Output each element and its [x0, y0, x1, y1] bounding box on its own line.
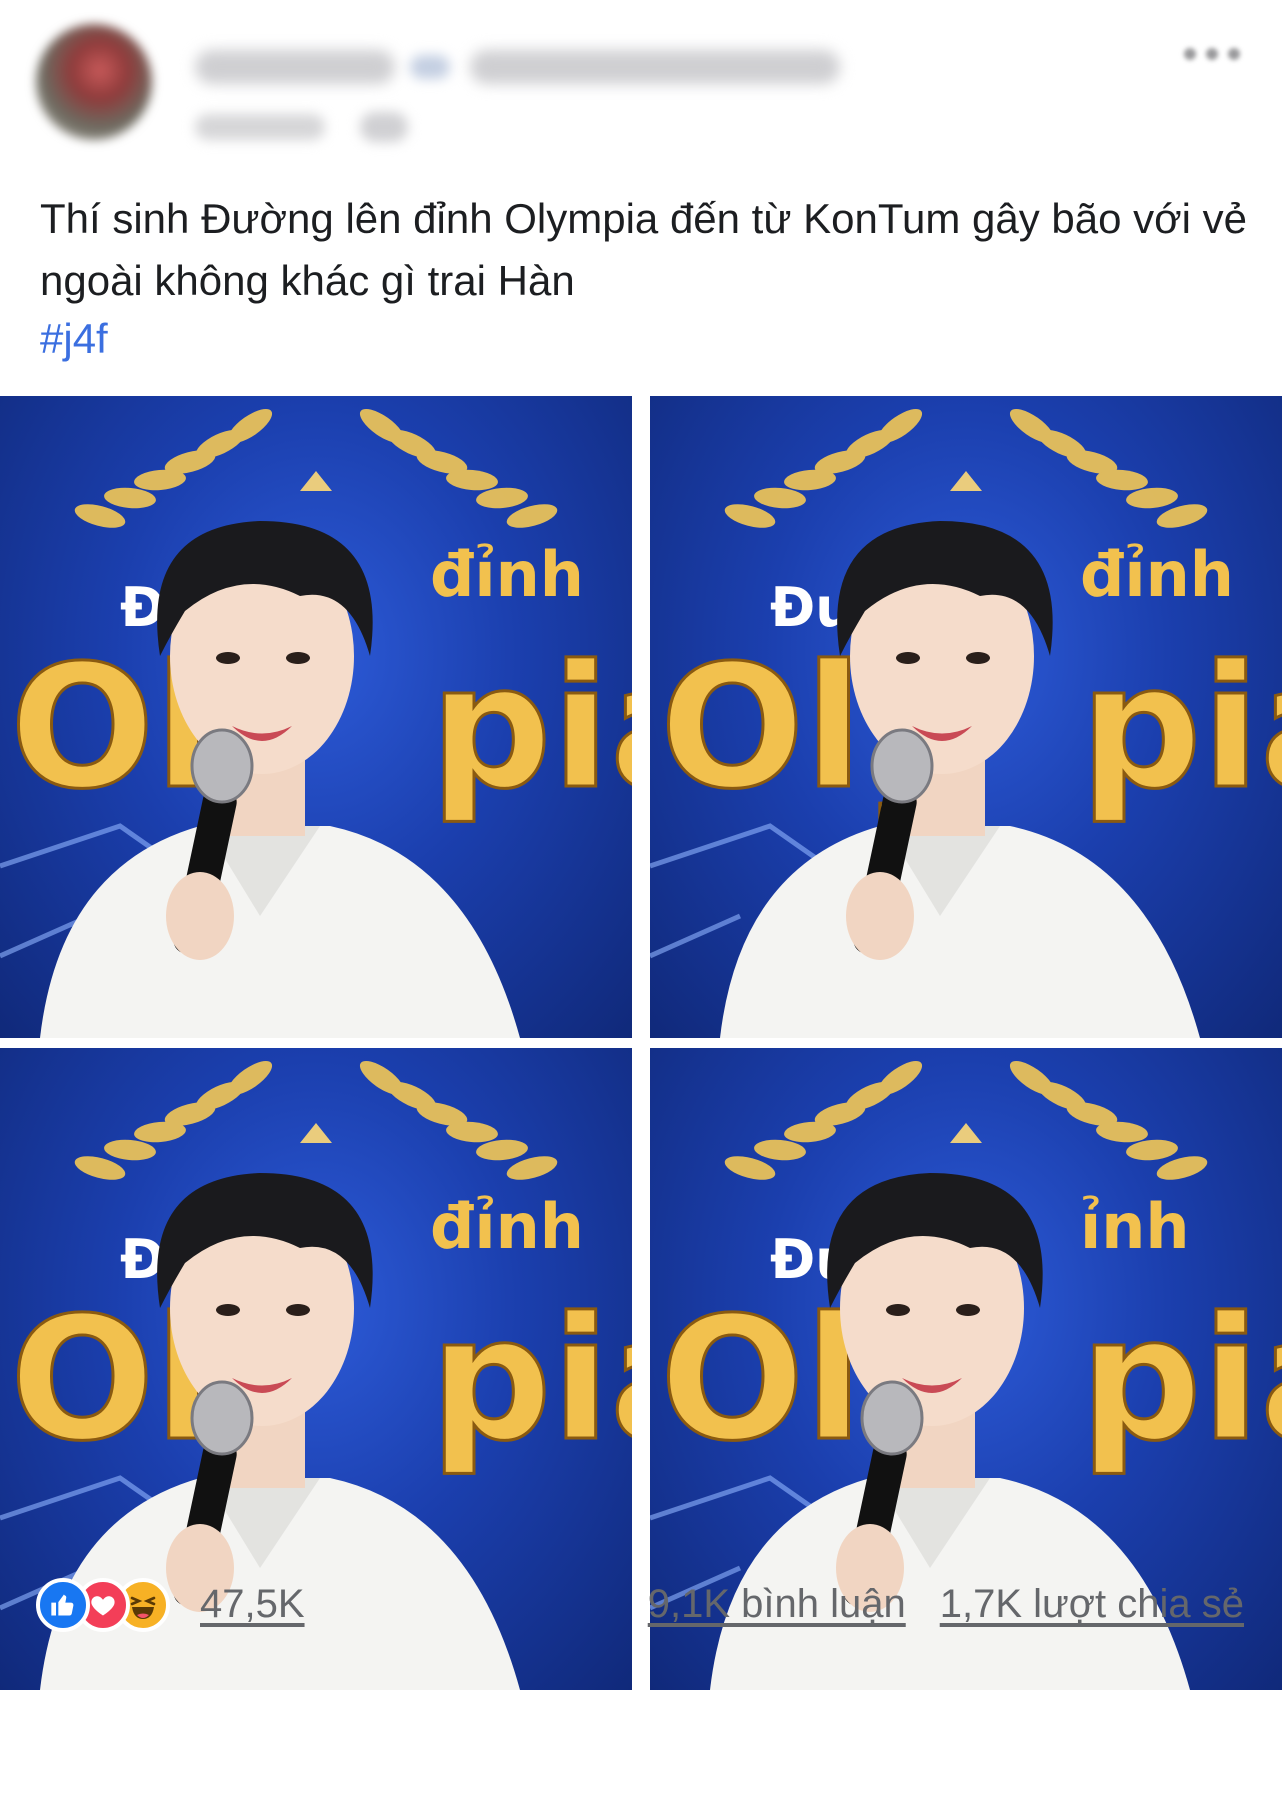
watermark-top-right: đỉnh — [1080, 538, 1234, 611]
reaction-icons[interactable] — [36, 1576, 170, 1634]
watermark-right: pia — [1080, 1281, 1282, 1479]
more-options-icon[interactable] — [1184, 44, 1244, 64]
post-footer: 47,5K 9,1K bình luận 1,7K lượt chia sẻ — [0, 1560, 1284, 1640]
author-name-blurred[interactable] — [195, 50, 395, 84]
post-time-blurred[interactable] — [195, 114, 325, 140]
laurel-emblem — [74, 408, 558, 528]
watermark-right: pia — [1080, 629, 1282, 827]
photo-2[interactable]: ĐuđỉnhOlypia — [650, 396, 1282, 1038]
hashtag-link[interactable]: #j4f — [40, 314, 108, 364]
photo-grid: ĐuđỉnhOlypia ĐuđỉnhOlypia ĐuđỉnhOlypia Đ… — [0, 396, 1284, 1690]
like-icon — [36, 1578, 90, 1632]
watermark-top-right: ỉnh — [1080, 1190, 1190, 1263]
author-avatar[interactable] — [36, 24, 152, 140]
post-header — [0, 0, 1284, 160]
group-name-blurred[interactable] — [470, 50, 840, 84]
laurel-emblem — [724, 408, 1208, 528]
watermark-right: pia — [430, 1281, 632, 1479]
watermark-top-right: đỉnh — [430, 1190, 584, 1263]
watermark-top-right: đỉnh — [430, 538, 584, 611]
laurel-emblem — [724, 1060, 1208, 1180]
comments-count-link[interactable]: 9,1K bình luận — [648, 1582, 906, 1627]
group-arrow-icon — [410, 55, 450, 79]
audience-icon — [360, 112, 408, 142]
watermark-right: pia — [430, 629, 632, 827]
post-text: Thí sinh Đường lên đỉnh Olympia đến từ K… — [40, 195, 1248, 304]
photo-1[interactable]: ĐuđỉnhOlypia — [0, 396, 632, 1038]
reaction-count[interactable]: 47,5K — [200, 1582, 305, 1627]
laurel-emblem — [74, 1060, 558, 1180]
shares-count-link[interactable]: 1,7K lượt chia sẻ — [940, 1582, 1244, 1627]
post-stats: 9,1K bình luận 1,7K lượt chia sẻ — [648, 1582, 1244, 1627]
